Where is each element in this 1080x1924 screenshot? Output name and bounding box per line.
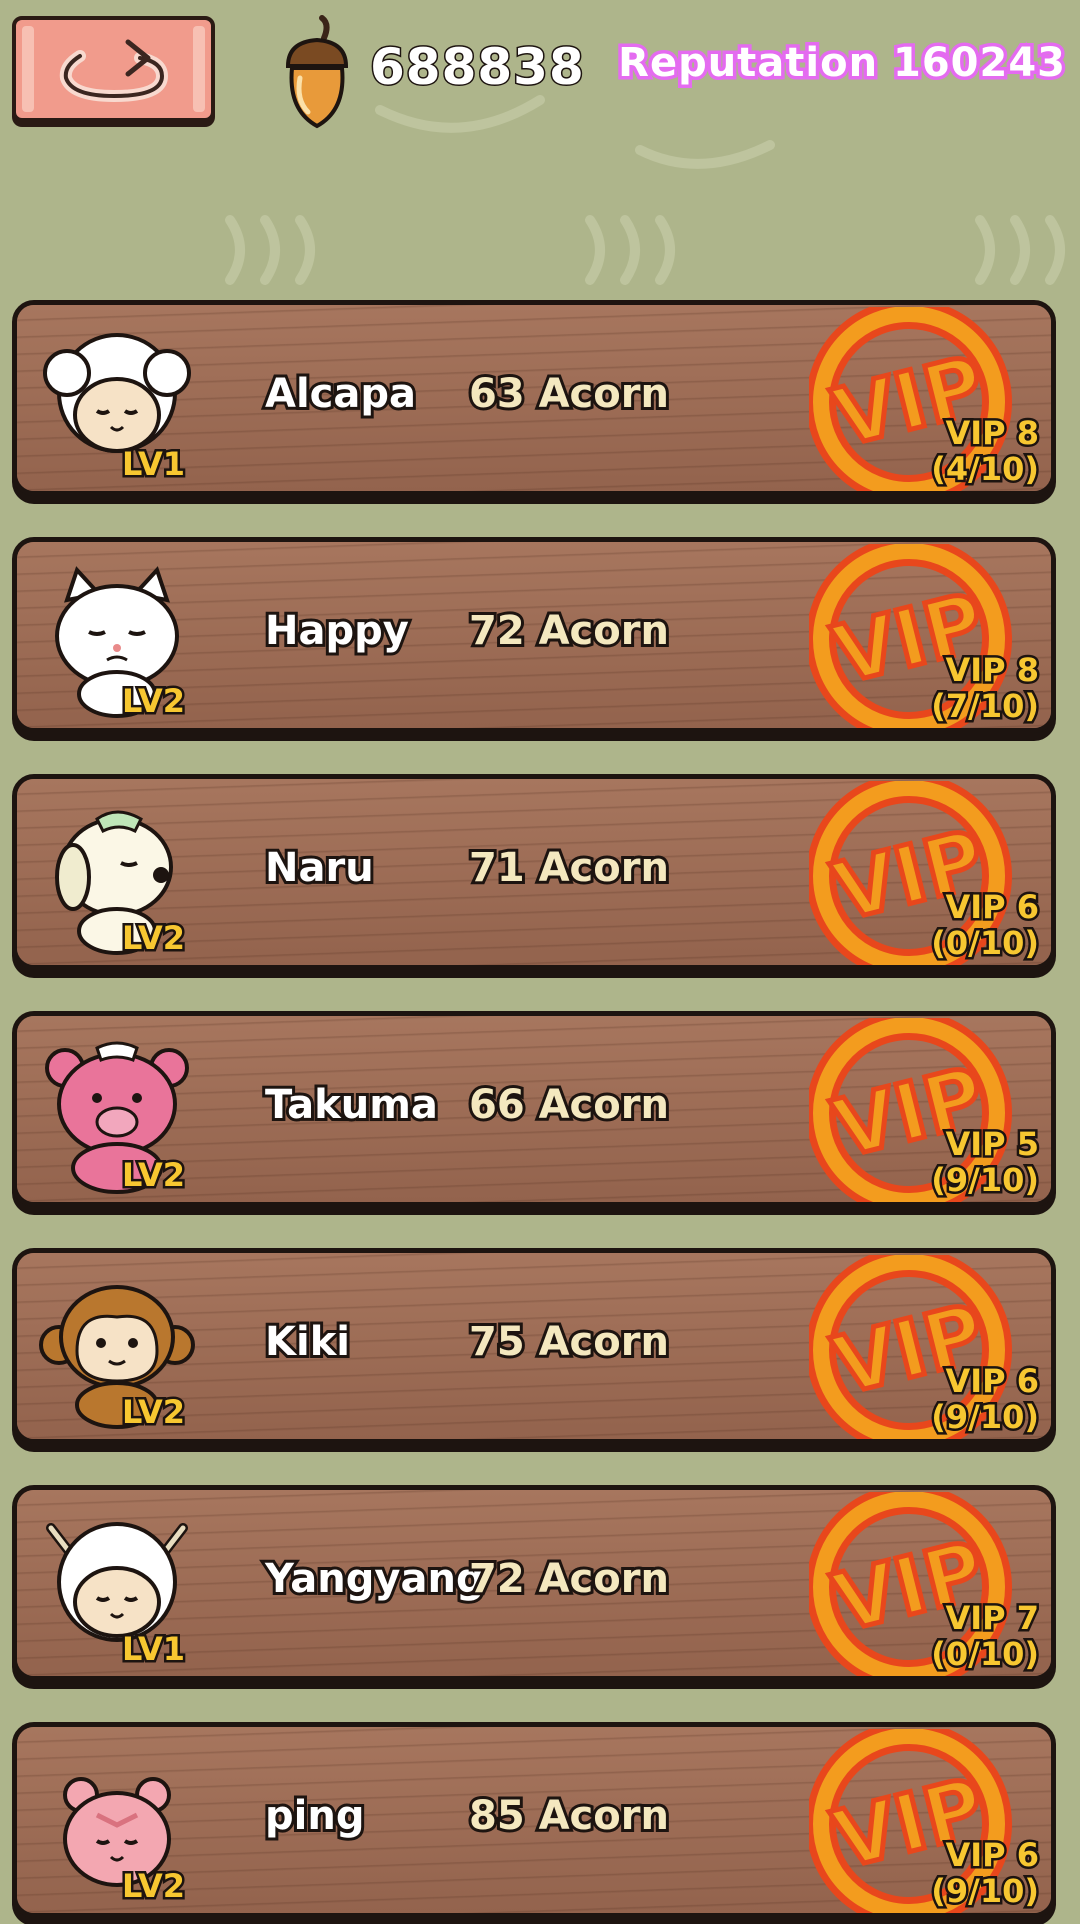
acorn-balance: 688838 bbox=[369, 37, 586, 98]
customer-price: 72 Acorn bbox=[466, 605, 672, 657]
vip-progress: (4/10) bbox=[929, 449, 1042, 490]
customer-price: 75 Acorn bbox=[466, 1316, 672, 1368]
customer-row-happy[interactable]: LV2 Happy 72 Acorn VIP VIP 8 (7/10) bbox=[12, 537, 1056, 733]
vip-progress: (7/10) bbox=[929, 686, 1042, 727]
vip-tier: VIP 6 bbox=[943, 887, 1042, 928]
vip-progress: (9/10) bbox=[929, 1397, 1042, 1438]
customer-row-takuma[interactable]: LV2 Takuma 66 Acorn VIP VIP 5 (9/10) bbox=[12, 1011, 1056, 1207]
customer-name: Happy bbox=[262, 605, 412, 657]
customer-name: ping bbox=[262, 1790, 367, 1842]
customer-name: Yangyang bbox=[262, 1553, 488, 1605]
customer-price: 85 Acorn bbox=[466, 1790, 672, 1842]
customer-row-yangyang[interactable]: LV1 Yangyang 72 Acorn VIP VIP 7 (0/10) bbox=[12, 1485, 1056, 1681]
customer-name: Takuma bbox=[262, 1079, 441, 1131]
customer-level: LV2 bbox=[119, 1391, 187, 1434]
vip-progress: (0/10) bbox=[929, 923, 1042, 964]
customer-name: Alcapa bbox=[262, 368, 419, 420]
customer-row-ping[interactable]: LV2 ping 85 Acorn VIP VIP 6 (9/10) bbox=[12, 1722, 1056, 1918]
vip-level-label: VIP 8 (4/10) bbox=[929, 413, 1042, 490]
customer-price: 66 Acorn bbox=[466, 1079, 672, 1131]
vip-tier: VIP 5 bbox=[943, 1124, 1042, 1165]
reputation-score: Reputation 160243 bbox=[615, 37, 1069, 90]
vip-level-label: VIP 6 (9/10) bbox=[929, 1835, 1042, 1912]
customer-name: Naru bbox=[262, 842, 377, 894]
customer-price: 63 Acorn bbox=[466, 368, 672, 420]
customer-row-kiki[interactable]: LV2 Kiki 75 Acorn VIP VIP 6 (9/10) bbox=[12, 1248, 1056, 1444]
vip-tier: VIP 6 bbox=[943, 1361, 1042, 1402]
customer-level: LV1 bbox=[119, 1628, 187, 1671]
customer-price: 72 Acorn bbox=[466, 1553, 672, 1605]
vip-tier: VIP 8 bbox=[943, 413, 1042, 454]
vip-progress: (9/10) bbox=[929, 1160, 1042, 1201]
vip-level-label: VIP 5 (9/10) bbox=[929, 1124, 1042, 1201]
customer-level: LV2 bbox=[119, 1865, 187, 1908]
vip-tier: VIP 7 bbox=[943, 1598, 1042, 1639]
customer-level: LV2 bbox=[119, 680, 187, 723]
customer-level: LV2 bbox=[119, 1154, 187, 1197]
vip-tier: VIP 8 bbox=[943, 650, 1042, 691]
vip-tier: VIP 6 bbox=[943, 1835, 1042, 1876]
vip-level-label: VIP 8 (7/10) bbox=[929, 650, 1042, 727]
customer-level: LV1 bbox=[119, 443, 187, 486]
customer-level: LV2 bbox=[119, 917, 187, 960]
vip-level-label: VIP 6 (0/10) bbox=[929, 887, 1042, 964]
vip-level-label: VIP 7 (0/10) bbox=[929, 1598, 1042, 1675]
vip-progress: (0/10) bbox=[929, 1634, 1042, 1675]
customer-row-naru[interactable]: LV2 Naru 71 Acorn VIP VIP 6 (0/10) bbox=[12, 774, 1056, 970]
customer-name: Kiki bbox=[262, 1316, 353, 1368]
back-button[interactable] bbox=[12, 16, 215, 122]
customer-price: 71 Acorn bbox=[466, 842, 672, 894]
customer-row-alcapa[interactable]: LV1 Alcapa 63 Acorn VIP VIP 8 (4/10) bbox=[12, 300, 1056, 496]
acorn-icon bbox=[285, 15, 349, 129]
vip-level-label: VIP 6 (9/10) bbox=[929, 1361, 1042, 1438]
undo-arrow-icon bbox=[59, 39, 168, 103]
vip-progress: (9/10) bbox=[929, 1871, 1042, 1912]
